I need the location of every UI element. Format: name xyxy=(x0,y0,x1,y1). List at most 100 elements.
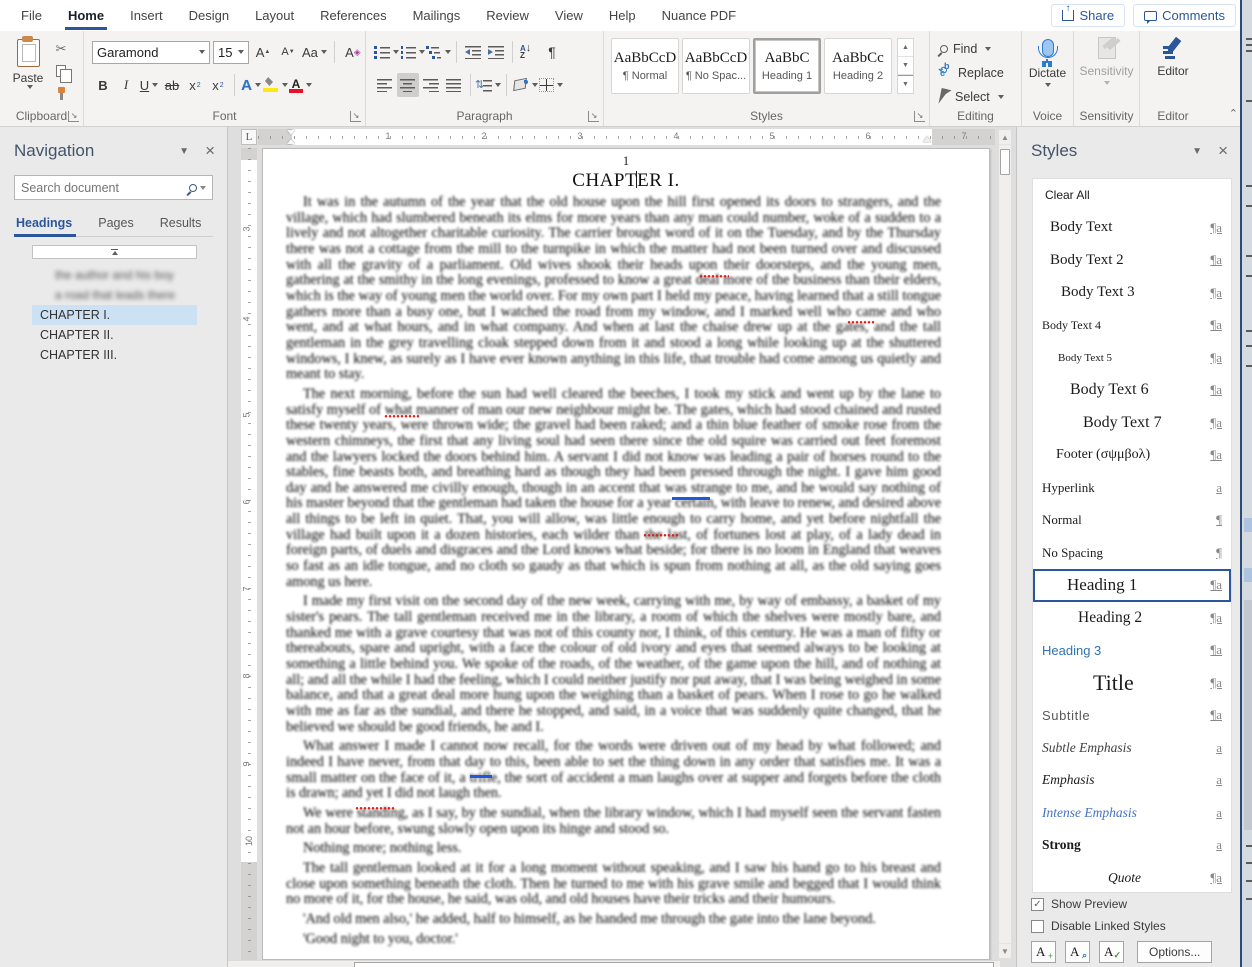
grow-font-button[interactable]: A▲ xyxy=(252,40,274,64)
style-list-item[interactable]: Quote ¶a xyxy=(1033,862,1231,894)
numbering-button[interactable] xyxy=(400,40,425,64)
style-list-item[interactable]: Body Text ¶a xyxy=(1033,212,1231,245)
search-icon[interactable] xyxy=(189,184,197,192)
superscript-button[interactable]: x2 xyxy=(207,73,229,97)
document-page[interactable]: 1 CHAPTER I. It was in the autumn of the… xyxy=(262,148,990,960)
menu-tab[interactable]: Insert xyxy=(117,0,176,31)
style-card[interactable]: AaBbCcD ¶ Normal xyxy=(611,38,679,94)
style-list-item[interactable]: Heading 3 ¶a xyxy=(1033,634,1231,667)
navigation-heading-item[interactable]: CHAPTER II. xyxy=(0,325,227,345)
search-options-caret[interactable] xyxy=(200,186,206,190)
disable-linked-styles-checkbox[interactable] xyxy=(1031,920,1044,933)
collapse-ribbon-button[interactable]: ⌃ xyxy=(1229,107,1238,120)
navigation-tab[interactable]: Headings xyxy=(14,212,80,236)
jump-to-top-box[interactable] xyxy=(32,245,197,259)
style-list-item[interactable]: Heading 1 ¶a xyxy=(1033,569,1231,602)
multilevel-list-button[interactable] xyxy=(426,40,451,64)
menu-tab[interactable]: Nuance PDF xyxy=(649,0,749,31)
manage-styles-button[interactable]: A✓ xyxy=(1099,941,1124,963)
vertical-scrollbar-thumb[interactable] xyxy=(1000,149,1010,175)
style-list-item[interactable]: Emphasis a xyxy=(1033,764,1231,797)
scroll-down-arrow[interactable]: ▼ xyxy=(999,943,1011,958)
horizontal-scrollbar-thumb[interactable] xyxy=(354,962,994,967)
show-preview-checkbox-row[interactable]: ✓ Show Preview xyxy=(1031,897,1226,911)
shrink-font-button[interactable]: A▼ xyxy=(277,40,299,64)
menu-tab[interactable]: View xyxy=(542,0,596,31)
style-list-item[interactable]: Heading 2 ¶a xyxy=(1033,602,1231,635)
style-list-item[interactable]: Body Text 5 ¶a xyxy=(1033,342,1231,375)
gallery-row-down-button[interactable]: ▼ xyxy=(898,57,913,75)
document-vertical-scrollbar[interactable]: ▲ ▼ xyxy=(998,129,1012,959)
navigation-tab[interactable]: Results xyxy=(158,212,210,236)
tab-stop-selector[interactable]: L xyxy=(241,129,257,145)
align-center-button[interactable] xyxy=(397,73,419,97)
document-horizontal-scrollbar[interactable] xyxy=(228,960,1000,967)
right-indent-marker[interactable] xyxy=(923,131,932,143)
font-dialog-launcher[interactable] xyxy=(350,111,361,122)
line-spacing-button[interactable] xyxy=(476,73,501,97)
paste-button[interactable]: Paste xyxy=(7,39,49,115)
font-color-button[interactable]: A xyxy=(289,73,312,97)
navigation-heading-item[interactable]: the author and his boy xyxy=(0,265,227,285)
style-list-item[interactable]: Clear All xyxy=(1033,179,1231,212)
align-left-button[interactable] xyxy=(374,73,396,97)
style-list-item[interactable]: Body Text 3 ¶a xyxy=(1033,277,1231,310)
paragraph-dialog-launcher[interactable] xyxy=(588,111,599,122)
style-list-item[interactable]: Strong a xyxy=(1033,829,1231,862)
style-list-item[interactable]: Normal ¶ xyxy=(1033,504,1231,537)
underline-button[interactable]: U xyxy=(138,73,160,97)
style-card[interactable]: AaBbCcD ¶ No Spac... xyxy=(682,38,750,94)
style-list-item[interactable]: No Spacing ¶ xyxy=(1033,537,1231,570)
new-style-button[interactable]: A+ xyxy=(1031,941,1056,963)
copy-button[interactable] xyxy=(52,63,70,79)
cut-button[interactable]: ✂ xyxy=(52,41,70,57)
bullets-button[interactable] xyxy=(374,40,399,64)
comments-button[interactable]: Comments xyxy=(1133,4,1236,27)
shading-button[interactable] xyxy=(512,73,538,97)
dictate-button[interactable]: Dictate xyxy=(1022,37,1073,87)
menu-tab[interactable]: Layout xyxy=(242,0,307,31)
dictate-caret[interactable] xyxy=(1045,83,1051,87)
menu-tab[interactable]: File xyxy=(8,0,55,31)
styles-options-button[interactable]: Options... xyxy=(1137,941,1212,963)
find-button[interactable]: Find xyxy=(940,39,1004,59)
decrease-indent-button[interactable] xyxy=(462,40,484,64)
replace-button[interactable]: cReplace xyxy=(940,63,1004,83)
navigation-heading-item[interactable]: CHAPTER I. xyxy=(32,305,197,325)
gallery-more-button[interactable]: ▼ xyxy=(898,75,913,93)
clipboard-dialog-launcher[interactable] xyxy=(68,111,79,122)
navigation-heading-item[interactable]: a road that leads there xyxy=(0,285,227,305)
sort-button[interactable]: A↓Z xyxy=(518,40,540,64)
menu-tab[interactable]: Review xyxy=(473,0,542,31)
styles-dialog-launcher[interactable] xyxy=(914,111,925,122)
format-painter-button[interactable] xyxy=(52,85,70,101)
styles-pane-close-button[interactable]: × xyxy=(1218,144,1228,158)
style-list-item[interactable]: Body Text 7 ¶a xyxy=(1033,407,1231,440)
gallery-row-up-button[interactable]: ▲ xyxy=(898,39,913,57)
show-preview-checkbox[interactable]: ✓ xyxy=(1031,898,1044,911)
sensitivity-button[interactable]: Sensitivity xyxy=(1074,37,1139,85)
style-list-item[interactable]: Title ¶a xyxy=(1033,667,1231,700)
style-list-item[interactable]: Body Text 4 ¶a xyxy=(1033,309,1231,342)
menu-tab[interactable]: References xyxy=(307,0,399,31)
share-button[interactable]: Share xyxy=(1051,4,1125,27)
borders-button[interactable] xyxy=(539,73,563,97)
search-input[interactable] xyxy=(21,181,189,195)
style-list-item[interactable]: Body Text 2 ¶a xyxy=(1033,244,1231,277)
vertical-ruler[interactable]: 345678910 xyxy=(241,148,257,967)
menu-tab[interactable]: Design xyxy=(176,0,242,31)
justify-button[interactable] xyxy=(443,73,465,97)
align-right-button[interactable] xyxy=(420,73,442,97)
editor-button[interactable]: Editor xyxy=(1140,37,1206,78)
menu-tab[interactable]: Mailings xyxy=(400,0,474,31)
navigation-tab[interactable]: Pages xyxy=(96,212,141,236)
scroll-up-arrow[interactable]: ▲ xyxy=(999,130,1011,145)
style-list-item[interactable]: Footer (σψμβολ) ¶a xyxy=(1033,439,1231,472)
style-card[interactable]: AaBbC Heading 1 xyxy=(753,38,821,94)
show-formatting-marks-button[interactable]: ¶ xyxy=(541,40,563,64)
increase-indent-button[interactable] xyxy=(485,40,507,64)
strikethrough-button[interactable]: ab xyxy=(161,73,183,97)
style-list-item[interactable]: Intense Emphasis a xyxy=(1033,797,1231,830)
clear-formatting-button[interactable]: A◈ xyxy=(342,40,364,64)
paste-dropdown-caret[interactable] xyxy=(27,85,33,89)
